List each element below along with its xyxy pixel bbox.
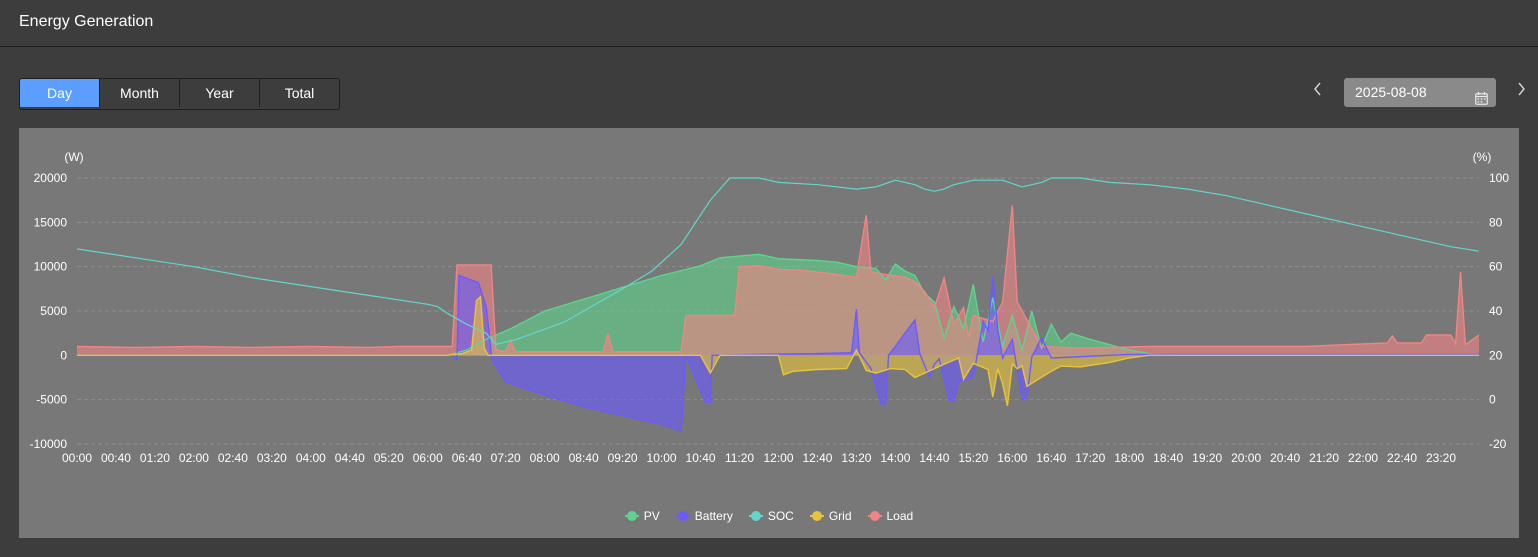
x-tick-label: 10:40 bbox=[686, 451, 716, 465]
y-left-tick-label: -10000 bbox=[30, 437, 68, 451]
date-picker[interactable]: 2025-08-08 bbox=[1344, 78, 1496, 107]
x-tick-label: 20:00 bbox=[1231, 451, 1261, 465]
x-tick-label: 19:20 bbox=[1192, 451, 1222, 465]
y-right-tick-label: 80 bbox=[1489, 215, 1503, 229]
header: Energy Generation bbox=[0, 0, 1538, 47]
x-tick-label: 04:00 bbox=[296, 451, 326, 465]
y-right-tick-label: -20 bbox=[1489, 437, 1507, 451]
y-left-unit-label: (W) bbox=[64, 150, 83, 164]
x-tick-label: 14:00 bbox=[880, 451, 910, 465]
x-tick-label: 08:00 bbox=[530, 451, 560, 465]
x-tick-label: 16:00 bbox=[997, 451, 1027, 465]
tab-total[interactable]: Total bbox=[260, 79, 339, 107]
y-left-tick-label: 10000 bbox=[34, 260, 68, 274]
legend-swatch bbox=[624, 511, 639, 521]
legend-label: PV bbox=[643, 509, 660, 523]
tab-month[interactable]: Month bbox=[100, 79, 180, 107]
x-tick-label: 22:40 bbox=[1387, 451, 1417, 465]
x-tick-label: 09:20 bbox=[608, 451, 638, 465]
y-left-tick-label: 20000 bbox=[34, 171, 68, 185]
x-tick-label: 06:40 bbox=[452, 451, 482, 465]
period-tabs: Day Month Year Total bbox=[19, 78, 340, 110]
chart-legend: PV Battery SOC Grid Load bbox=[19, 509, 1519, 523]
y-right-tick-label: 60 bbox=[1489, 260, 1503, 274]
y-left-tick-label: -5000 bbox=[36, 393, 67, 407]
x-tick-label: 07:20 bbox=[491, 451, 521, 465]
x-tick-label: 17:20 bbox=[1075, 451, 1105, 465]
calendar-icon bbox=[1475, 86, 1488, 115]
page-title: Energy Generation bbox=[19, 13, 154, 30]
y-left-tick-label: 15000 bbox=[34, 215, 68, 229]
date-navigation: 2025-08-08 bbox=[1308, 78, 1538, 108]
x-tick-label: 02:00 bbox=[179, 451, 209, 465]
legend-swatch bbox=[675, 511, 690, 521]
x-tick-label: 00:40 bbox=[101, 451, 131, 465]
x-tick-label: 00:00 bbox=[62, 451, 92, 465]
chart-canvas: 20000 15000 10000 5000 0 -5000 -10000 100 80 60 40… bbox=[30, 150, 1510, 465]
x-tick-label: 22:00 bbox=[1348, 451, 1378, 465]
x-tick-label: 13:20 bbox=[841, 451, 871, 465]
x-tick-label: 04:40 bbox=[335, 451, 365, 465]
x-tick-label: 03:20 bbox=[257, 451, 287, 465]
x-tick-label: 20:40 bbox=[1270, 451, 1300, 465]
x-tick-label: 10:00 bbox=[647, 451, 677, 465]
x-tick-label: 01:20 bbox=[140, 451, 170, 465]
x-tick-label: 05:20 bbox=[374, 451, 404, 465]
x-tick-label: 23:20 bbox=[1426, 451, 1456, 465]
x-tick-label: 21:20 bbox=[1309, 451, 1339, 465]
legend-label: Battery bbox=[694, 509, 733, 523]
y-right-tick-label: 0 bbox=[1489, 393, 1496, 407]
legend-swatch bbox=[809, 511, 824, 521]
x-tick-label: 11:20 bbox=[725, 451, 754, 465]
tab-day[interactable]: Day bbox=[20, 79, 100, 107]
tab-year[interactable]: Year bbox=[180, 79, 260, 107]
chevron-left-icon[interactable] bbox=[1310, 82, 1326, 101]
x-tick-label: 18:00 bbox=[1114, 451, 1144, 465]
x-tick-label: 18:40 bbox=[1153, 451, 1183, 465]
series-area-load bbox=[77, 205, 1479, 356]
x-tick-label: 12:40 bbox=[802, 451, 832, 465]
y-right-tick-label: 100 bbox=[1489, 171, 1509, 185]
legend-label: Grid bbox=[828, 509, 852, 523]
x-tick-label: 06:00 bbox=[413, 451, 443, 465]
chevron-right-icon[interactable] bbox=[1513, 82, 1529, 101]
y-left-tick-label: 0 bbox=[60, 348, 67, 362]
y-right-tick-label: 40 bbox=[1489, 304, 1503, 318]
legend-item-battery[interactable]: Battery bbox=[675, 509, 733, 523]
legend-label: SOC bbox=[767, 509, 794, 523]
legend-swatch bbox=[867, 511, 882, 521]
x-tick-label: 02:40 bbox=[218, 451, 248, 465]
legend-item-grid[interactable]: Grid bbox=[809, 509, 852, 523]
y-right-tick-label: 20 bbox=[1489, 348, 1503, 362]
y-left-tick-label: 5000 bbox=[40, 304, 67, 318]
date-value: 2025-08-08 bbox=[1355, 84, 1427, 100]
x-tick-label: 08:40 bbox=[569, 451, 599, 465]
x-tick-label: 15:20 bbox=[958, 451, 988, 465]
legend-item-soc[interactable]: SOC bbox=[748, 509, 794, 523]
energy-chart: 20000 15000 10000 5000 0 -5000 -10000 100 80 60 40… bbox=[19, 128, 1519, 538]
legend-swatch bbox=[748, 511, 763, 521]
x-tick-label: 14:40 bbox=[919, 451, 949, 465]
x-tick-label: 12:00 bbox=[763, 451, 793, 465]
legend-item-pv[interactable]: PV bbox=[624, 509, 660, 523]
x-tick-label: 16:40 bbox=[1036, 451, 1066, 465]
y-right-unit-label: (%) bbox=[1473, 150, 1492, 164]
legend-label: Load bbox=[886, 509, 914, 523]
legend-item-load[interactable]: Load bbox=[867, 509, 914, 523]
